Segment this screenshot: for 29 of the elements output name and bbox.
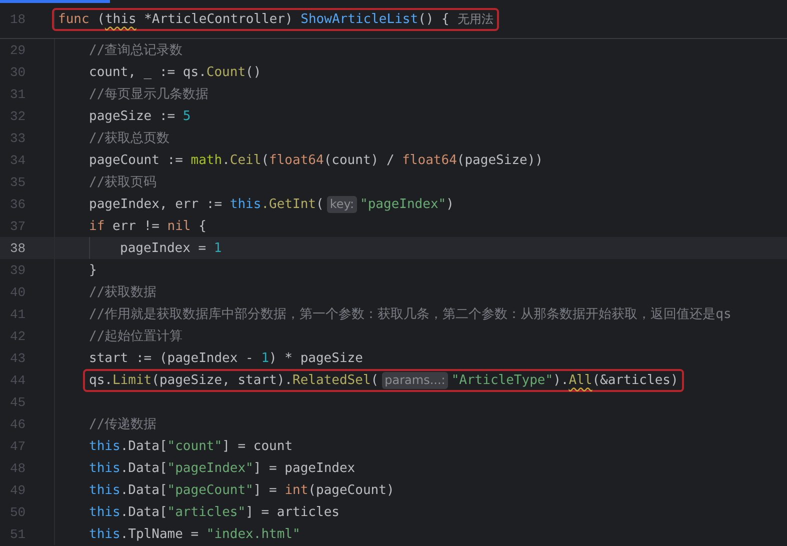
code-text: pageIndex, err := this.GetInt( xyxy=(89,196,324,212)
code-text: pageSize := 5 xyxy=(89,108,191,124)
code-text: count, _ := qs.Count() xyxy=(89,64,262,80)
code-text: } xyxy=(89,262,97,278)
code-text: //传递数据 xyxy=(89,416,157,433)
code-text: this.TplName = "index.html" xyxy=(89,526,300,542)
code-text: //获取总页数 xyxy=(89,130,170,147)
code-text: pageCount := math.Ceil(float64(count) / float64(pageSize)) xyxy=(89,152,543,168)
code-text: //获取数据 xyxy=(89,284,157,301)
inlay-hint: params...: xyxy=(382,372,448,388)
code-text: start := (pageIndex - 1) * pageSize xyxy=(89,350,363,366)
code-text: "ArticleType").All(&articles) xyxy=(451,372,678,388)
code-text: //查询总记录数 xyxy=(89,42,183,59)
code-text: this.Data["count"] = count xyxy=(89,438,293,454)
code-text: //作用就是获取数据库中部分数据，第一个参数：获取几条，第二个参数：从那条数据开始获取，返回值还是qs xyxy=(89,306,732,323)
inlay-hint: key: xyxy=(326,196,358,212)
code-text: //获取页码 xyxy=(89,174,157,191)
code-text: //每页显示几条数据 xyxy=(89,86,209,103)
code-text: qs.Limit(pageSize, start).RelatedSel( xyxy=(89,372,379,388)
code-text: pageIndex = 1 xyxy=(120,240,222,256)
code-text: func (this *ArticleController) ShowArticleList() { xyxy=(58,12,450,26)
code-text: this.Data["articles"] = articles xyxy=(89,504,340,520)
code-text: //起始位置计算 xyxy=(89,328,183,345)
usage-note: 无用法 xyxy=(457,10,494,28)
code-text: this.Data["pageIndex"] = pageIndex xyxy=(89,460,356,476)
code-text: this.Data["pageCount"] = int(pageCount) xyxy=(89,482,394,498)
code-text: if err != nil { xyxy=(89,218,206,234)
code-text: "pageIndex") xyxy=(360,196,454,212)
line-number: 38 xyxy=(0,237,55,259)
